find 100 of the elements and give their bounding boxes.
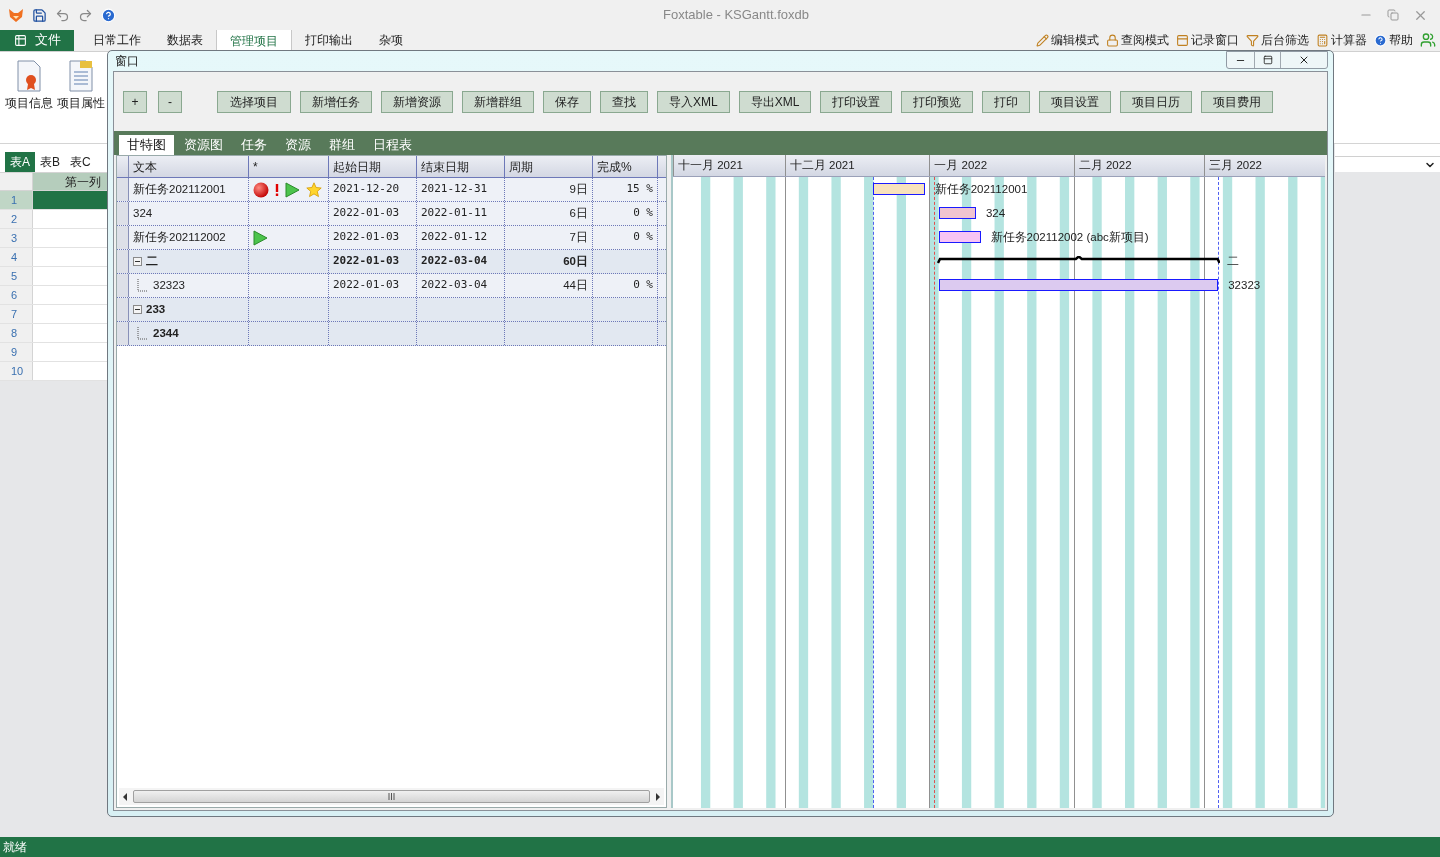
view-tab[interactable]: 任务 — [233, 135, 275, 155]
help-icon[interactable] — [101, 7, 116, 23]
ribbon-tab[interactable]: 打印输出 — [292, 29, 366, 51]
column-header[interactable]: 结束日期 — [417, 156, 505, 177]
view-tab[interactable]: 资源 — [277, 135, 319, 155]
toolbar-button[interactable]: + — [123, 90, 147, 113]
collapse-icon[interactable] — [133, 305, 142, 314]
task-name: 233 — [146, 301, 166, 317]
toolbar-button[interactable]: 打印设置 — [820, 90, 893, 113]
row-number[interactable]: 5 — [0, 267, 33, 285]
start-date: 2022-01-03 — [333, 253, 400, 270]
tree-line-icon — [137, 278, 149, 293]
row-number[interactable]: 4 — [0, 248, 33, 266]
toolbar-button[interactable]: 打印 — [982, 90, 1031, 113]
sheet-tab[interactable]: 表B — [35, 152, 66, 172]
undo-icon[interactable] — [55, 7, 70, 23]
users-icon[interactable] — [1420, 32, 1436, 48]
task-bar[interactable] — [938, 279, 1219, 291]
ribbon-command[interactable]: 项目信息 — [4, 60, 54, 112]
toolbar-button[interactable]: 导入XML — [657, 90, 730, 113]
toolbar-button[interactable]: 导出XML — [738, 90, 812, 113]
toolbar-button[interactable]: 计算器 — [1316, 31, 1367, 49]
window-title: Foxtable - KSGantt.foxdb — [663, 6, 809, 25]
row-number[interactable]: 1 — [0, 191, 33, 209]
month-header: 二月 2022 — [1073, 155, 1205, 176]
ribbon-tab[interactable]: 日常工作 — [80, 29, 154, 51]
row-number[interactable]: 10 — [0, 362, 33, 380]
toolbar-button[interactable]: 记录窗口 — [1176, 31, 1239, 49]
view-tab[interactable]: 群组 — [321, 135, 363, 155]
scroll-thumb[interactable] — [133, 790, 650, 803]
duration: 44日 — [563, 277, 588, 293]
row-number[interactable]: 6 — [0, 286, 33, 304]
maximize-icon — [1262, 55, 1273, 65]
toolbar-button[interactable]: 新增任务 — [300, 90, 372, 113]
table-icon — [13, 33, 27, 47]
play-icon — [285, 181, 300, 198]
row-number[interactable]: 3 — [0, 229, 33, 247]
redo-icon[interactable] — [78, 7, 93, 23]
app-logo-icon[interactable] — [8, 7, 24, 23]
toolbar-button[interactable]: 帮助 — [1374, 31, 1413, 49]
row-number[interactable]: 2 — [0, 210, 33, 228]
ribbon-command[interactable]: 项目属性 — [56, 60, 106, 112]
task-bar[interactable] — [938, 231, 981, 243]
toolbar-button[interactable]: - — [158, 90, 182, 113]
toolbar-button[interactable]: 打印预览 — [901, 90, 974, 113]
ribbon-tab[interactable]: 杂项 — [366, 29, 416, 51]
certificate-icon — [14, 60, 44, 92]
ribbon-tab[interactable]: 管理项目 — [216, 29, 292, 51]
dialog-title: 窗口 — [114, 53, 139, 70]
toolbar-button[interactable]: 选择项目 — [217, 90, 291, 113]
month-header: 一月 2022 — [929, 155, 1074, 176]
column-header[interactable]: * — [249, 156, 329, 177]
toolbar-button[interactable]: 新增群组 — [462, 90, 534, 113]
toolbar-button[interactable]: 查找 — [600, 90, 648, 113]
toolbar-button[interactable]: 项目日历 — [1120, 90, 1193, 113]
collapse-icon[interactable] — [133, 257, 142, 266]
row-number[interactable]: 7 — [0, 305, 33, 323]
tool-icon — [1374, 33, 1387, 47]
view-tab[interactable]: 资源图 — [176, 135, 231, 155]
duration: 60日 — [563, 253, 588, 269]
column-header[interactable]: 文本 — [129, 156, 249, 177]
bar-label: 32323 — [1228, 278, 1261, 292]
tool-icon — [1246, 33, 1259, 47]
summary-bracket-icon — [936, 256, 1221, 265]
toolbar-button[interactable]: 查阅模式 — [1106, 31, 1169, 49]
column-header[interactable]: 起始日期 — [329, 156, 417, 177]
tree-line-icon — [137, 326, 149, 341]
selected-cell[interactable] — [33, 191, 107, 209]
duration: 9日 — [569, 181, 588, 197]
task-name: 新任务202112001 — [133, 181, 226, 197]
percent-complete: 0 % — [633, 229, 653, 246]
row-number[interactable]: 9 — [0, 343, 33, 361]
view-tab[interactable]: 日程表 — [365, 135, 420, 155]
horizontal-scrollbar[interactable] — [119, 788, 664, 805]
toolbar-button[interactable]: 编辑模式 — [1036, 31, 1099, 49]
save-icon[interactable] — [32, 7, 47, 23]
ribbon-tab[interactable]: 数据表 — [154, 29, 216, 51]
scroll-left-icon[interactable] — [123, 792, 127, 801]
task-bar[interactable] — [938, 207, 976, 219]
row-header — [117, 202, 129, 225]
percent-complete: 15 % — [626, 181, 653, 198]
month-header: 十一月 2021 — [673, 155, 785, 176]
sheet-tab[interactable]: 表A — [5, 152, 35, 172]
row-number[interactable]: 8 — [0, 324, 33, 342]
task-bar[interactable] — [873, 183, 925, 195]
view-tab[interactable]: 甘特图 — [119, 135, 174, 155]
toolbar-button[interactable]: 新增资源 — [381, 90, 453, 113]
sheet-tab[interactable]: 表C — [65, 152, 96, 172]
toolbar-button[interactable]: 后台筛选 — [1246, 31, 1309, 49]
toolbar-button[interactable]: 项目费用 — [1201, 90, 1274, 113]
column-header[interactable]: 完成% — [593, 156, 658, 177]
start-date: 2022-01-03 — [333, 205, 400, 222]
toolbar-button[interactable]: 项目设置 — [1039, 90, 1112, 113]
file-menu-button[interactable]: 文件 — [0, 29, 74, 51]
toolbar-button[interactable]: 保存 — [543, 90, 591, 113]
ball-icon — [253, 181, 269, 198]
column-header[interactable]: 周期 — [505, 156, 593, 177]
row-header — [117, 226, 129, 249]
scroll-right-icon[interactable] — [656, 792, 660, 801]
column-header[interactable]: 第一列 — [33, 173, 107, 190]
